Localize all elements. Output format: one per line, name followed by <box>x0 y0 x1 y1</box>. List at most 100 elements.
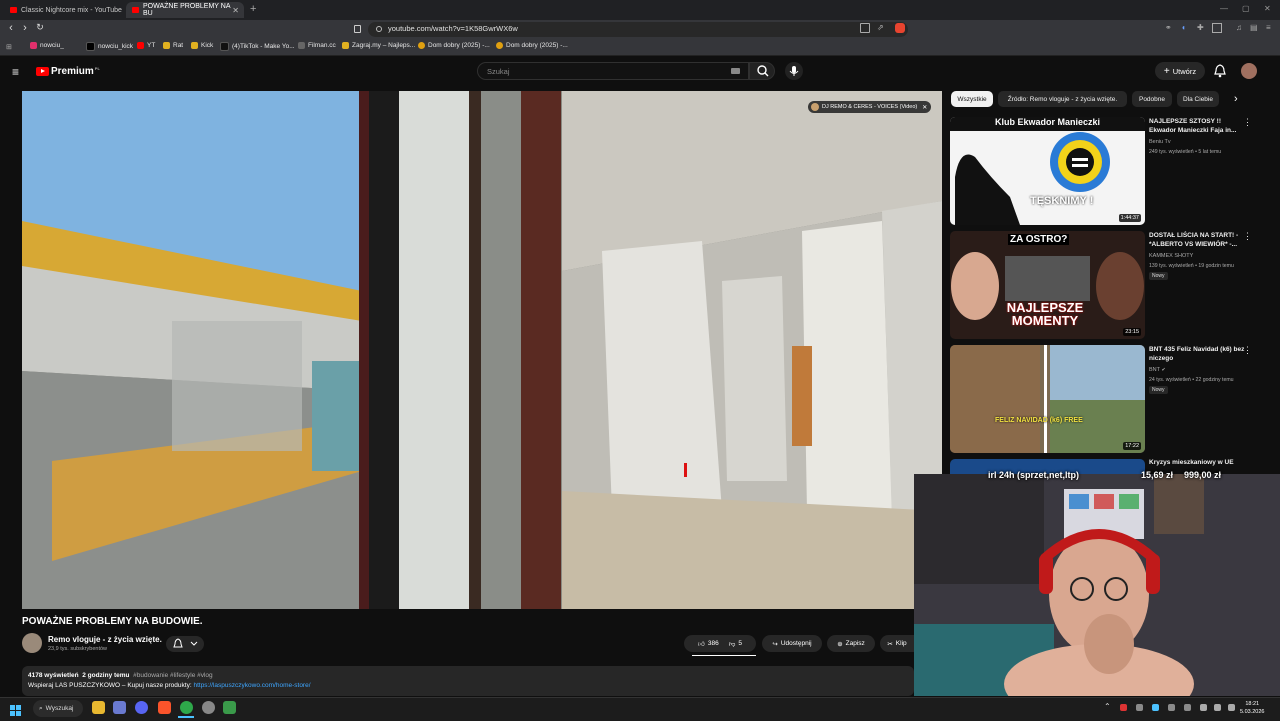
windows-start-icon[interactable] <box>10 703 21 716</box>
bookmark-filman[interactable]: Filman.cc <box>298 42 336 49</box>
recommendation-meta: 24 tys. wyświetleń • 22 godziny temu <box>1149 377 1234 383</box>
chrome-icon[interactable] <box>180 701 193 714</box>
forward-icon[interactable]: › <box>18 22 32 34</box>
create-button[interactable]: + Utwórz <box>1155 62 1205 80</box>
discord-icon[interactable] <box>135 701 148 714</box>
duration-badge: 23:15 <box>1123 328 1141 336</box>
recommendation-title[interactable]: DOSTAŁ LIŚCIA NA START! - *ALBERTO VS WI… <box>1149 232 1249 249</box>
new-tab-button[interactable]: + <box>250 3 256 15</box>
obs-icon[interactable] <box>223 701 236 714</box>
tray-app-icon[interactable] <box>1120 704 1127 711</box>
bookmark-rat[interactable]: Rat <box>163 42 183 49</box>
bookmark-yt[interactable]: YT <box>137 42 155 49</box>
chip-similar[interactable]: Podobne <box>1132 91 1172 107</box>
more-options-icon[interactable]: ⋮ <box>1243 117 1252 128</box>
channel-name[interactable]: Remo vloguje - z życia wzięte. <box>48 635 162 644</box>
taskbar-search[interactable]: ⌕ Wyszukaj <box>33 700 83 717</box>
search-button[interactable] <box>749 62 775 80</box>
bookmark-zagraj[interactable]: Zagraj.my – Najleps... <box>342 42 415 49</box>
sidebar-icon[interactable] <box>1212 23 1222 33</box>
tray-app-icon[interactable] <box>1184 704 1191 711</box>
recommendation-thumbnail[interactable]: ZA OSTRO? NAJLEPSZE MOMENTY 23:15 <box>950 231 1145 339</box>
search-input[interactable]: Szukaj <box>477 62 749 80</box>
maximize-icon[interactable]: ▢ <box>1242 4 1250 13</box>
close-icon[interactable]: ✕ <box>922 104 927 111</box>
chevron-right-icon[interactable]: › <box>1234 93 1238 105</box>
extensions-puzzle-icon[interactable]: ✚ <box>1197 23 1207 33</box>
app-icon[interactable] <box>202 701 215 714</box>
bookmark-nowciu[interactable]: nowciu_ <box>30 42 64 49</box>
menu-icon[interactable]: ≡ <box>1266 23 1276 33</box>
taskbar-clock[interactable]: 18:21 5.03.2026 <box>1240 700 1264 716</box>
site-info-icon[interactable] <box>376 26 382 32</box>
extension-icon[interactable]: ⚭ <box>1165 23 1175 33</box>
bookmark-kick[interactable]: Kick <box>191 42 213 49</box>
hashtags[interactable]: #budowanie #lifestyle #vlog <box>133 672 213 679</box>
recommendation-thumbnail[interactable]: Klub Ekwador Manieczki TĘSKNIMY ! 1:44:3… <box>950 117 1145 225</box>
dislike-button[interactable]: 👎︎ 5 <box>729 640 742 648</box>
share-button[interactable]: ↪ Udostępnij <box>762 635 822 652</box>
recommendation-channel[interactable]: Beniu Tv <box>1149 139 1171 145</box>
bookmark-nowciu-kick[interactable]: nowciu_kick <box>86 42 133 51</box>
close-tab-icon[interactable]: ✕ <box>232 6 239 15</box>
minimize-icon[interactable]: — <box>1220 4 1228 13</box>
like-button[interactable]: 👍︎ 386 <box>698 640 719 648</box>
recommendation-title[interactable]: BNT 435 Feliz Navidad (k6) bez niczego <box>1149 346 1249 363</box>
cast-icon[interactable] <box>860 23 870 33</box>
active-app-indicator <box>178 716 194 718</box>
notifications-bell-icon[interactable] <box>1214 64 1226 83</box>
bookmark-page-icon[interactable] <box>354 25 361 33</box>
tray-app-icon[interactable] <box>1136 704 1143 711</box>
bookmark-dom-dobry-2[interactable]: Dom dobry (2025) -... <box>496 42 568 49</box>
recommendation-channel[interactable]: KAMMEX SHOTY <box>1149 253 1193 259</box>
bookmark-dom-dobry-1[interactable]: Dom dobry (2025) -... <box>418 42 490 49</box>
recommendation-title[interactable]: NAJLEPSZE SZTOSY !! Ekwador Manieczki Fa… <box>1149 118 1249 135</box>
task-app-icon[interactable] <box>113 701 126 714</box>
wallet-icon[interactable]: ▤ <box>1250 23 1260 33</box>
audio-icon[interactable]: ◖ <box>1181 23 1191 33</box>
battery-icon[interactable] <box>1228 704 1235 711</box>
channel-avatar[interactable] <box>22 633 42 653</box>
hamburger-menu-icon[interactable]: ≡ <box>12 65 19 79</box>
keyboard-icon[interactable] <box>731 68 740 74</box>
voice-search-button[interactable] <box>785 62 803 80</box>
recommendation-channel[interactable]: BNT ✔ <box>1149 367 1166 373</box>
reload-icon[interactable]: ↻ <box>33 22 47 33</box>
site-icon <box>496 42 503 49</box>
site-icon <box>418 42 425 49</box>
save-button[interactable]: ⊕ Zapisz <box>827 635 875 652</box>
more-options-icon[interactable]: ⋮ <box>1243 231 1252 242</box>
apps-grid-icon[interactable]: ⊞ <box>6 43 14 51</box>
youtube-premium-logo[interactable]: Premium PL <box>36 66 100 77</box>
tab-active-video[interactable]: POWAŻNE PROBLEMY NA BU ✕ <box>126 2 244 18</box>
more-options-icon[interactable]: ⋮ <box>1243 345 1252 356</box>
tray-overflow-icon[interactable]: ⌃ <box>1104 702 1111 711</box>
tray-app-icon[interactable] <box>1152 704 1159 711</box>
subscription-bell-button[interactable] <box>166 636 204 652</box>
tab-nightcore[interactable]: Classic Nightcore mix - YouTube <box>4 2 122 18</box>
bookmark-tiktok[interactable]: (4)TikTok - Make Yo... <box>220 42 295 51</box>
brave-icon[interactable] <box>158 701 171 714</box>
playing-now-pill[interactable]: DJ REMO & CERES - VOICES (Video) ✕ <box>808 101 932 113</box>
video-player[interactable] <box>22 91 942 609</box>
tray-app-icon[interactable] <box>1168 704 1175 711</box>
brave-shield-icon[interactable] <box>895 23 905 33</box>
volume-icon[interactable] <box>1214 704 1221 711</box>
media-icon[interactable]: ♫ <box>1236 23 1246 33</box>
recommendation-title[interactable]: Kryzys mieszkaniowy w UE <box>1149 459 1249 468</box>
tab-title: POWAŻNE PROBLEMY NA BU <box>143 3 231 17</box>
close-window-icon[interactable]: ✕ <box>1264 4 1271 13</box>
description-link[interactable]: https://laspuszczykowo.com/home-store/ <box>193 682 310 689</box>
back-icon[interactable]: ‹ <box>4 22 18 34</box>
network-icon[interactable] <box>1200 704 1207 711</box>
file-explorer-icon[interactable] <box>92 701 105 714</box>
chip-source[interactable]: Źródło: Remo vloguje - z życia wzięte. <box>998 91 1127 107</box>
clip-button[interactable]: ✂ Klip <box>880 635 914 652</box>
share-icon[interactable]: ⇗ <box>877 23 887 33</box>
recommendation-thumbnail[interactable]: FELIZ NAVIDAD (k6) FREE 17:22 <box>950 345 1145 453</box>
chip-all[interactable]: Wszystkie <box>951 91 993 107</box>
chip-for-you[interactable]: Dla Ciebie <box>1177 91 1219 107</box>
user-avatar[interactable] <box>1241 63 1257 79</box>
url-text[interactable]: youtube.com/watch?v=1K58GwrWX6w <box>388 24 518 33</box>
description-box[interactable] <box>22 666 914 696</box>
